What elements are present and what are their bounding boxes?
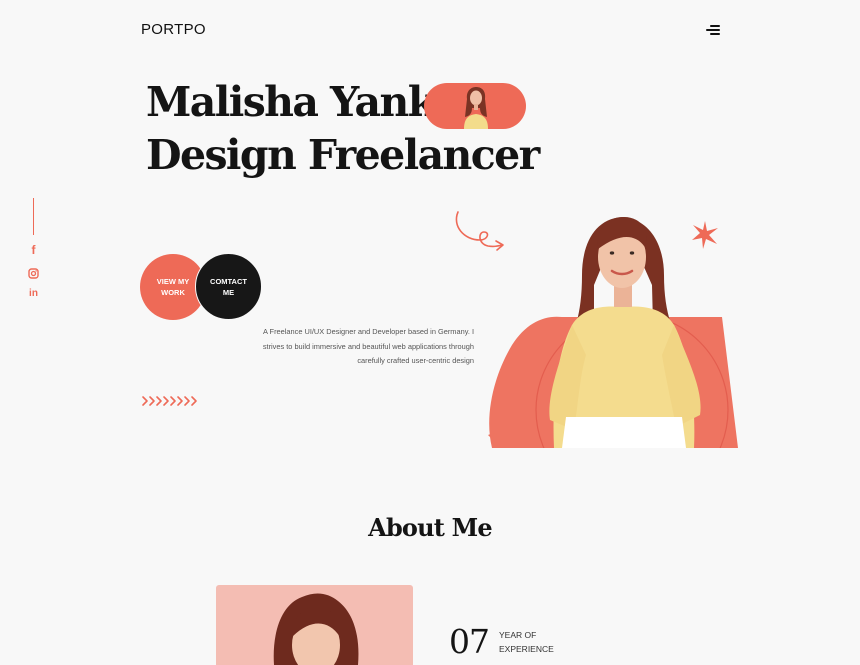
linkedin-icon[interactable]: in (27, 287, 40, 300)
contact-me-button[interactable]: COMTACT ME (195, 253, 262, 320)
about-portrait (273, 593, 359, 665)
logo[interactable]: PORTPO (141, 21, 206, 38)
hero-portrait (482, 205, 738, 507)
social-divider (33, 198, 34, 235)
avatar-mini-portrait (464, 87, 488, 129)
hero-description: A Freelance UI/UX Designer and Developer… (262, 327, 474, 365)
hamburger-menu-icon[interactable] (704, 24, 720, 38)
about-photo (216, 585, 413, 665)
hero-title-role: Design Freelancer (146, 131, 540, 179)
facebook-icon[interactable]: f (27, 244, 40, 257)
experience-years: 07 (449, 622, 490, 661)
chevron-arrows-icon (141, 394, 203, 412)
instagram-icon[interactable] (27, 266, 40, 279)
about-section-title: About Me (368, 513, 493, 542)
experience-label: YEAR OF EXPERIENCE (499, 630, 554, 654)
title-avatar-pill (424, 83, 526, 129)
